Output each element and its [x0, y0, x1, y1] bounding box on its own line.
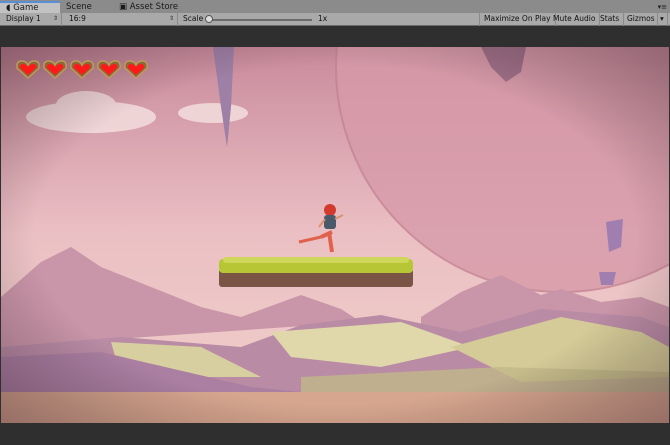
dropdown-arrows-icon: ⇕ — [168, 15, 174, 22]
game-viewport[interactable] — [1, 47, 669, 423]
scale-slider-track[interactable] — [208, 18, 312, 21]
display-value: Display 1 — [6, 14, 41, 23]
scale-label: Scale — [183, 14, 204, 23]
tab-game-label: Game — [13, 3, 39, 13]
game-controller-icon: ◖ — [6, 3, 11, 13]
tab-asset-store[interactable]: ▣ Asset Store — [113, 1, 184, 13]
store-bag-icon: ▣ — [119, 2, 128, 12]
scale-slider-thumb[interactable] — [205, 15, 213, 23]
aspect-dropdown[interactable]: 16:9 ⇕ — [65, 13, 178, 26]
maximize-on-play-toggle[interactable]: Maximize On Play — [479, 13, 556, 26]
game-toolbar: Display 1 ⇕ 16:9 ⇕ Scale 1x Maximize On … — [0, 13, 670, 26]
mute-audio-toggle[interactable]: Mute Audio — [549, 13, 601, 26]
game-scene — [1, 47, 669, 423]
tab-scene-label: Scene — [66, 2, 92, 12]
aspect-value: 16:9 — [69, 14, 86, 23]
gizmos-dropdown-icon[interactable]: ▾ — [658, 13, 668, 26]
gizmos-toggle[interactable]: Gizmos — [623, 13, 658, 26]
vignette — [1, 47, 669, 423]
dropdown-arrows-icon: ⇕ — [52, 15, 58, 22]
scale-value: 1x — [318, 14, 328, 23]
panel-menu-icon[interactable]: ▾≡ — [658, 3, 667, 11]
display-dropdown[interactable]: Display 1 ⇕ — [2, 13, 62, 26]
tab-scene[interactable]: Scene — [60, 1, 98, 13]
tab-asset-store-label: Asset Store — [129, 2, 179, 12]
editor-tab-bar: ◖ Game Scene ▣ Asset Store ▾≡ — [0, 0, 670, 13]
tab-game[interactable]: ◖ Game — [0, 1, 60, 13]
stats-toggle[interactable]: Stats — [596, 13, 625, 26]
